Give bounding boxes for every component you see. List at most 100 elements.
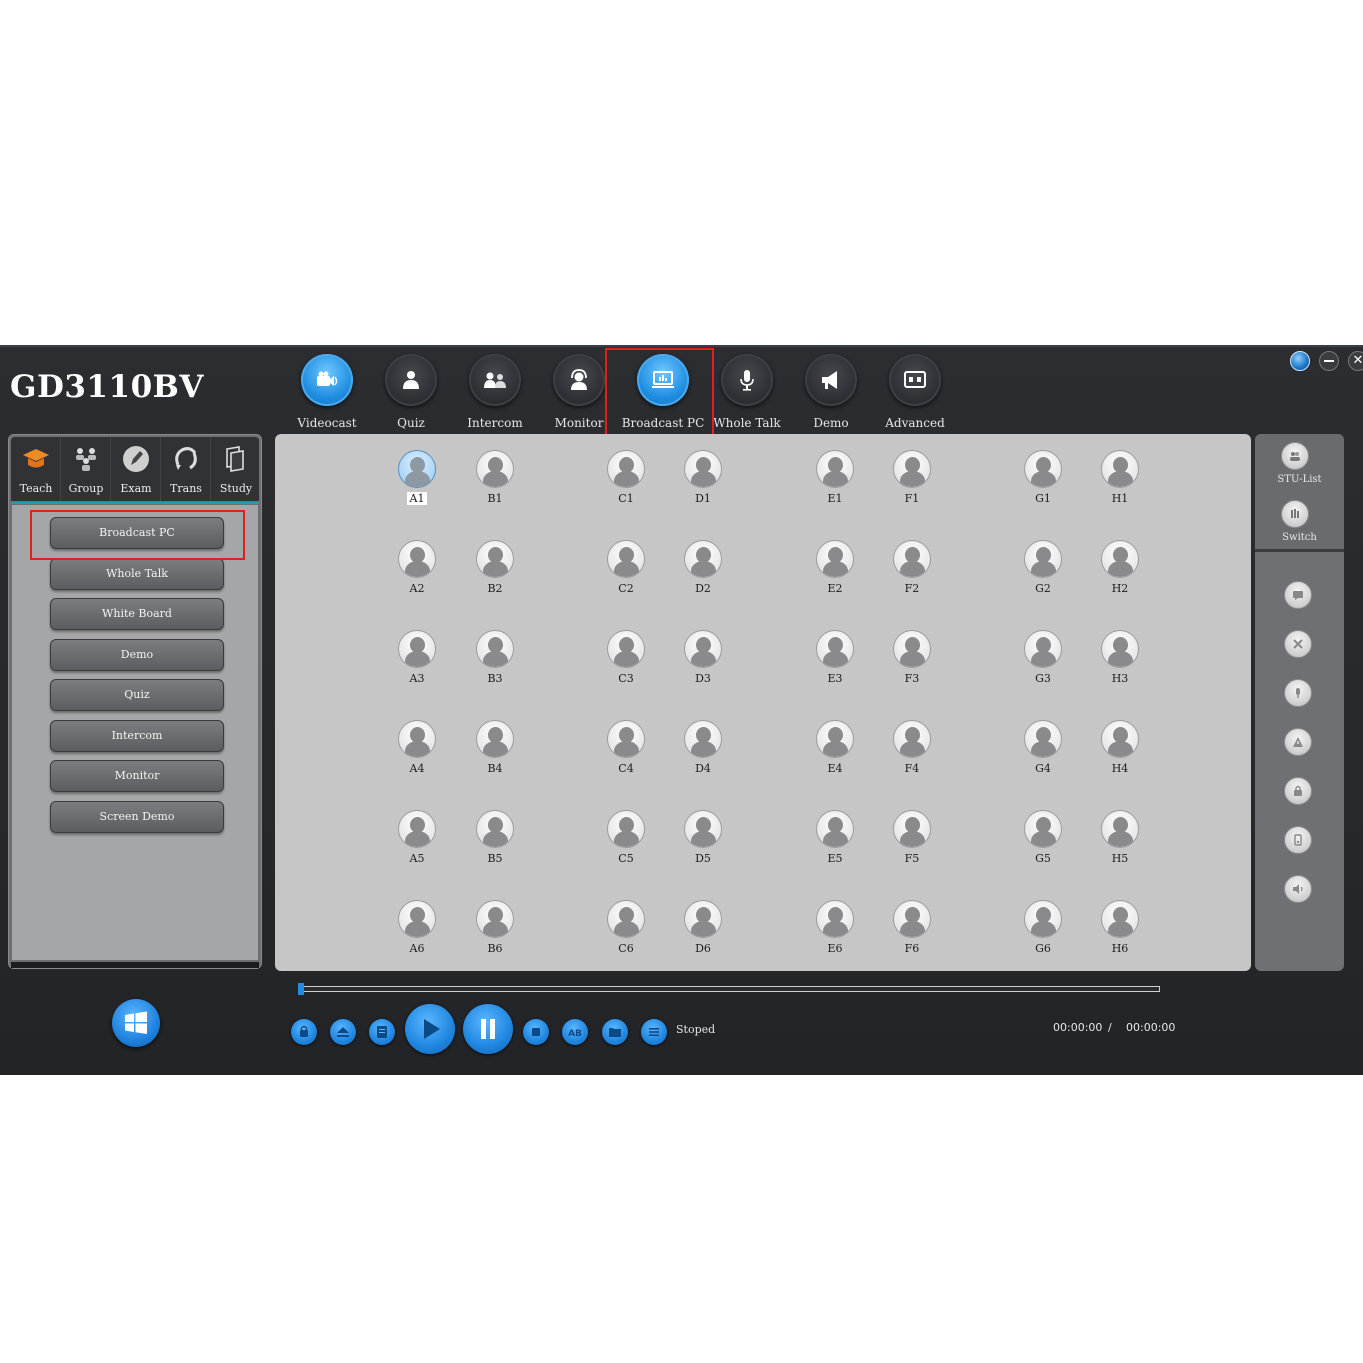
globe-icon[interactable]	[1290, 351, 1310, 371]
menu-white-board[interactable]: White Board	[50, 598, 224, 630]
seat-f2[interactable]: F2	[883, 540, 943, 612]
toolbar-intercom[interactable]: Intercom	[453, 352, 537, 434]
seat-c6[interactable]: C6	[597, 900, 657, 972]
menu-screen-demo[interactable]: Screen Demo	[50, 801, 224, 833]
seat-label: C5	[618, 852, 634, 865]
menu-monitor[interactable]: Monitor	[50, 760, 224, 792]
play-button[interactable]	[405, 1004, 455, 1054]
tab-exam[interactable]: Exam	[111, 437, 161, 501]
seat-d2[interactable]: D2	[674, 540, 734, 612]
seat-b4[interactable]: B4	[466, 720, 526, 792]
notes-button[interactable]	[369, 1019, 395, 1045]
seat-f5[interactable]: F5	[883, 810, 943, 882]
lock-button[interactable]	[1284, 777, 1312, 805]
seat-g5[interactable]: G5	[1014, 810, 1074, 882]
record-button[interactable]	[291, 1019, 317, 1045]
toolbar-whole-talk[interactable]: Whole Talk	[705, 352, 789, 434]
minimize-button[interactable]	[1319, 351, 1339, 371]
seat-b2[interactable]: B2	[466, 540, 526, 612]
highlight-box-toolbar	[605, 348, 714, 444]
ab-repeat-button[interactable]: AB	[562, 1019, 588, 1045]
seat-a2[interactable]: A2	[388, 540, 448, 612]
seat-a6[interactable]: A6	[388, 900, 448, 972]
cancel-button[interactable]	[1284, 630, 1312, 658]
seat-e4[interactable]: E4	[806, 720, 866, 792]
seat-g4[interactable]: G4	[1014, 720, 1074, 792]
seat-a5[interactable]: A5	[388, 810, 448, 882]
switch-button[interactable]	[1281, 500, 1309, 528]
menu-quiz[interactable]: Quiz	[50, 679, 224, 711]
seat-g1[interactable]: G1	[1014, 450, 1074, 522]
seat-d6[interactable]: D6	[674, 900, 734, 972]
stu-list-button[interactable]	[1281, 442, 1309, 470]
seat-e6[interactable]: E6	[806, 900, 866, 972]
seat-a3[interactable]: A3	[388, 630, 448, 702]
student-avatar-icon	[816, 540, 854, 578]
seat-c2[interactable]: C2	[597, 540, 657, 612]
seat-h6[interactable]: H6	[1091, 900, 1151, 972]
seat-d4[interactable]: D4	[674, 720, 734, 792]
mic-button[interactable]	[1284, 679, 1312, 707]
device-button[interactable]	[1284, 826, 1312, 854]
seat-h2[interactable]: H2	[1091, 540, 1151, 612]
seat-label: C1	[618, 492, 634, 505]
seat-label: C3	[618, 672, 634, 685]
seat-f4[interactable]: F4	[883, 720, 943, 792]
chat-button[interactable]	[1284, 581, 1312, 609]
stop-button[interactable]	[523, 1019, 549, 1045]
tab-teach[interactable]: Teach	[11, 437, 61, 501]
toolbar-demo[interactable]: Demo	[789, 352, 873, 434]
seat-c1[interactable]: C1	[597, 450, 657, 522]
seat-g6[interactable]: G6	[1014, 900, 1074, 972]
menu-whole-talk[interactable]: Whole Talk	[50, 558, 224, 590]
switch-icon	[1291, 509, 1299, 518]
tab-study[interactable]: Study	[211, 437, 261, 501]
menu-demo[interactable]: Demo	[50, 639, 224, 671]
folder-button[interactable]	[602, 1019, 628, 1045]
playback-progress-bar[interactable]	[298, 986, 1160, 992]
seat-b3[interactable]: B3	[466, 630, 526, 702]
seat-d5[interactable]: D5	[674, 810, 734, 882]
seat-c5[interactable]: C5	[597, 810, 657, 882]
pause-button[interactable]	[463, 1004, 513, 1054]
alert-button[interactable]	[1284, 728, 1312, 756]
toolbar-advanced[interactable]: Advanced	[873, 352, 957, 434]
lock-icon	[1294, 785, 1302, 796]
time-separator: /	[1108, 1021, 1112, 1034]
seat-d1[interactable]: D1	[674, 450, 734, 522]
seat-d3[interactable]: D3	[674, 630, 734, 702]
seat-f3[interactable]: F3	[883, 630, 943, 702]
seat-h1[interactable]: H1	[1091, 450, 1151, 522]
seat-b5[interactable]: B5	[466, 810, 526, 882]
toolbar-videocast[interactable]: Videocast	[285, 352, 369, 434]
seat-b1[interactable]: B1	[466, 450, 526, 522]
seat-label: D5	[695, 852, 711, 865]
seat-e1[interactable]: E1	[806, 450, 866, 522]
seat-h4[interactable]: H4	[1091, 720, 1151, 792]
seat-e5[interactable]: E5	[806, 810, 866, 882]
seat-a1[interactable]: A1	[388, 450, 448, 522]
speaker-button[interactable]	[1284, 875, 1312, 903]
seat-c4[interactable]: C4	[597, 720, 657, 792]
seat-f1[interactable]: F1	[883, 450, 943, 522]
seat-label: D2	[695, 582, 711, 595]
seat-h5[interactable]: H5	[1091, 810, 1151, 882]
progress-handle[interactable]	[298, 983, 304, 995]
seat-a4[interactable]: A4	[388, 720, 448, 792]
seat-g2[interactable]: G2	[1014, 540, 1074, 612]
tab-trans[interactable]: Trans	[161, 437, 211, 501]
seat-c3[interactable]: C3	[597, 630, 657, 702]
seat-e2[interactable]: E2	[806, 540, 866, 612]
seat-e3[interactable]: E3	[806, 630, 866, 702]
playlist-button[interactable]	[641, 1019, 667, 1045]
seat-f6[interactable]: F6	[883, 900, 943, 972]
seat-b6[interactable]: B6	[466, 900, 526, 972]
seat-g3[interactable]: G3	[1014, 630, 1074, 702]
eject-button[interactable]	[330, 1019, 356, 1045]
seat-h3[interactable]: H3	[1091, 630, 1151, 702]
start-menu-button[interactable]	[112, 999, 160, 1047]
tab-group[interactable]: Group	[61, 437, 111, 501]
toolbar-quiz[interactable]: Quiz	[369, 352, 453, 434]
menu-intercom[interactable]: Intercom	[50, 720, 224, 752]
close-window-button[interactable]: ✕	[1348, 351, 1363, 371]
